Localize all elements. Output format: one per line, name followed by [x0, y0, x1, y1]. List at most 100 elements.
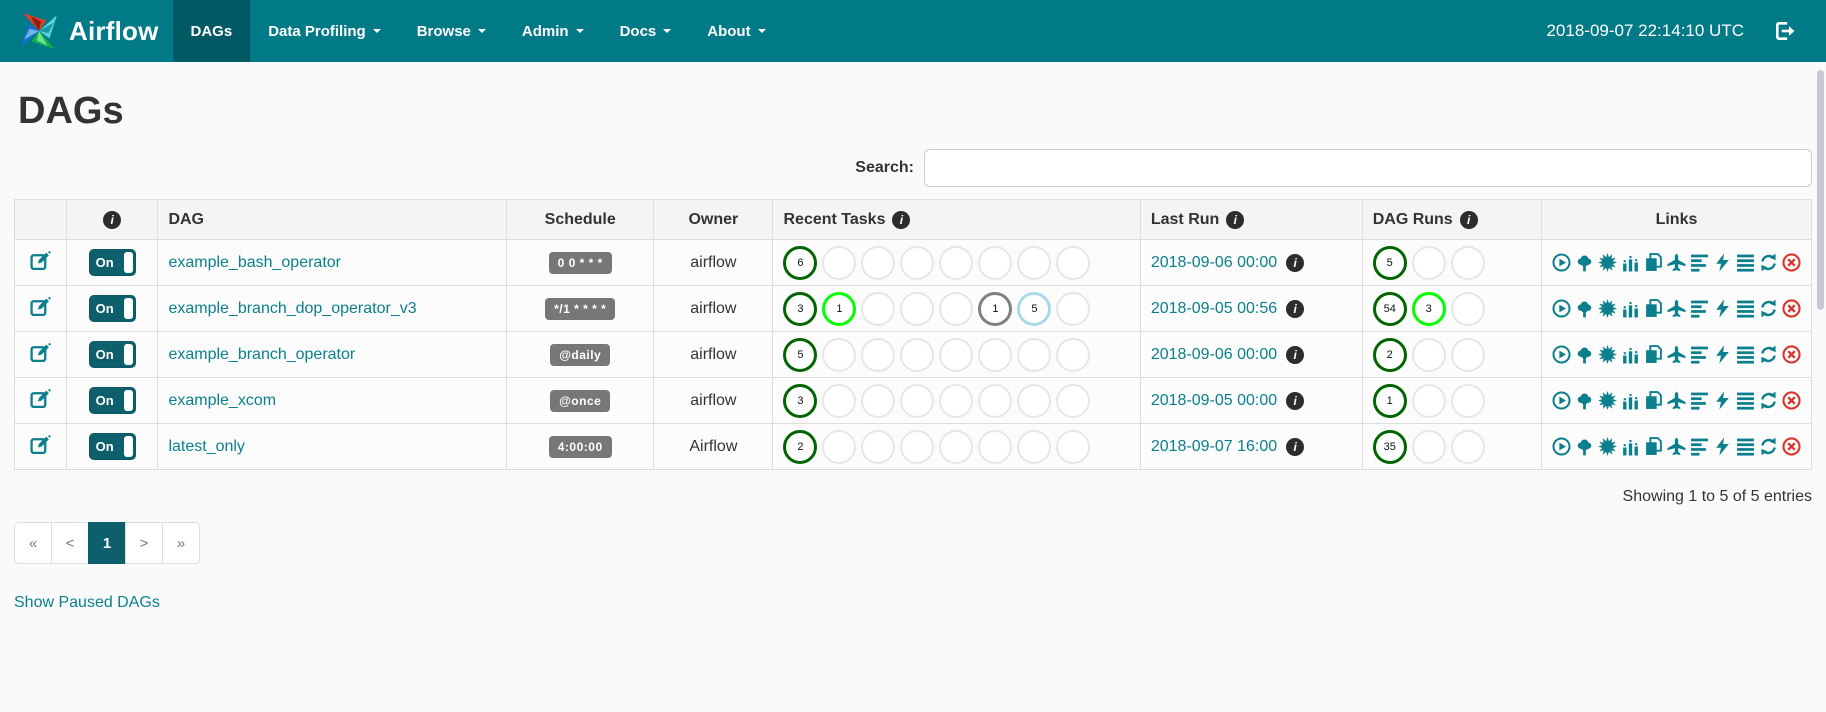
col-header-edit[interactable] — [14, 199, 67, 240]
col-header-owner[interactable]: Owner — [653, 199, 774, 240]
state-circle-empty[interactable] — [939, 429, 974, 464]
gantt-view-icon[interactable] — [1690, 391, 1709, 410]
dag-details-icon[interactable] — [1736, 253, 1755, 272]
task-duration-icon[interactable] — [1621, 253, 1640, 272]
edit-dag-icon[interactable] — [30, 250, 51, 271]
state-circle-empty[interactable] — [861, 337, 896, 372]
state-circle-empty[interactable] — [1450, 429, 1485, 464]
logout-button[interactable] — [1774, 20, 1796, 42]
graph-view-icon[interactable] — [1597, 253, 1617, 272]
nav-item-data-profiling[interactable]: Data Profiling — [250, 0, 399, 62]
vertical-scrollbar[interactable] — [1817, 70, 1824, 310]
refresh-icon[interactable] — [1759, 299, 1778, 318]
state-circle-empty[interactable] — [1017, 429, 1052, 464]
state-circle-empty[interactable] — [1411, 429, 1446, 464]
delete-dag-icon[interactable] — [1782, 391, 1801, 410]
refresh-icon[interactable] — [1759, 253, 1778, 272]
gantt-view-icon[interactable] — [1690, 437, 1709, 456]
graph-view-icon[interactable] — [1597, 437, 1617, 456]
task-duration-icon[interactable] — [1621, 391, 1640, 410]
dag-on-off-toggle[interactable]: On — [88, 249, 136, 276]
search-input[interactable] — [924, 149, 1812, 187]
landing-times-icon[interactable] — [1667, 345, 1686, 364]
airflow-brand-link[interactable]: Airflow — [0, 0, 173, 62]
pagination-next[interactable]: > — [125, 522, 163, 564]
state-circle-empty[interactable] — [1056, 383, 1091, 418]
show-paused-dags-link[interactable]: Show Paused DAGs — [14, 594, 160, 611]
state-circle-success[interactable]: 1 — [1372, 383, 1407, 418]
edit-dag-icon[interactable] — [30, 434, 51, 455]
state-circle-empty[interactable] — [900, 429, 935, 464]
dag-details-icon[interactable] — [1736, 437, 1755, 456]
nav-item-docs[interactable]: Docs — [602, 0, 690, 62]
info-icon[interactable]: i — [1286, 437, 1305, 456]
edit-dag-icon[interactable] — [30, 296, 51, 317]
landing-times-icon[interactable] — [1667, 299, 1686, 318]
col-header-links[interactable]: Links — [1540, 199, 1813, 240]
state-circle-success[interactable]: 2 — [1372, 337, 1407, 372]
state-circle-running[interactable]: 1 — [822, 291, 857, 326]
edit-dag-icon[interactable] — [30, 342, 51, 363]
info-icon[interactable]: i — [1226, 210, 1245, 229]
state-circle-empty[interactable] — [978, 383, 1013, 418]
col-header-recent-tasks[interactable]: Recent Tasks i — [772, 199, 1141, 240]
state-circle-success[interactable]: 3 — [783, 291, 818, 326]
state-circle-empty[interactable] — [939, 245, 974, 280]
gantt-view-icon[interactable] — [1690, 253, 1709, 272]
state-circle-empty[interactable] — [1450, 291, 1485, 326]
trigger-dag-icon[interactable] — [1552, 299, 1571, 318]
graph-view-icon[interactable] — [1597, 299, 1617, 318]
last-run-link[interactable]: 2018-09-07 16:00 — [1151, 438, 1277, 456]
nav-item-dags[interactable]: DAGs — [172, 0, 251, 62]
info-icon[interactable]: i — [892, 210, 911, 229]
nav-item-admin[interactable]: Admin — [504, 0, 602, 62]
landing-times-icon[interactable] — [1667, 437, 1686, 456]
nav-item-about[interactable]: About — [689, 0, 783, 62]
info-icon[interactable]: i — [1286, 253, 1305, 272]
state-circle-empty[interactable] — [822, 383, 857, 418]
state-circle-running[interactable]: 3 — [1411, 291, 1446, 326]
col-header-last-run[interactable]: Last Run i — [1139, 199, 1363, 240]
task-duration-icon[interactable] — [1621, 437, 1640, 456]
last-run-link[interactable]: 2018-09-05 00:56 — [1151, 300, 1277, 318]
gantt-view-icon[interactable] — [1690, 299, 1709, 318]
info-icon[interactable]: i — [1459, 210, 1478, 229]
dag-details-icon[interactable] — [1736, 345, 1755, 364]
pagination-first[interactable]: « — [14, 522, 52, 564]
last-run-link[interactable]: 2018-09-06 00:00 — [1151, 346, 1277, 364]
pagination-last[interactable]: » — [162, 522, 200, 564]
col-header-info[interactable]: i — [65, 199, 159, 240]
state-circle-empty[interactable] — [861, 383, 896, 418]
pagination-prev[interactable]: < — [51, 522, 89, 564]
dag-on-off-toggle[interactable]: On — [88, 295, 136, 322]
trigger-dag-icon[interactable] — [1552, 437, 1571, 456]
state-circle-success[interactable]: 5 — [783, 337, 818, 372]
delete-dag-icon[interactable] — [1782, 437, 1801, 456]
refresh-icon[interactable] — [1759, 345, 1778, 364]
state-circle-empty[interactable] — [1411, 245, 1446, 280]
dag-name-link[interactable]: latest_only — [168, 438, 245, 455]
state-circle-empty[interactable] — [978, 245, 1013, 280]
dag-on-off-toggle[interactable]: On — [88, 387, 136, 414]
task-tries-icon[interactable] — [1644, 299, 1663, 318]
state-circle-empty[interactable] — [900, 337, 935, 372]
code-view-icon[interactable] — [1713, 253, 1732, 272]
info-icon[interactable]: i — [103, 210, 122, 229]
dag-name-link[interactable]: example_xcom — [168, 392, 276, 409]
info-icon[interactable]: i — [1286, 391, 1305, 410]
state-circle-empty[interactable] — [1411, 383, 1446, 418]
state-circle-empty[interactable] — [978, 429, 1013, 464]
state-circle-empty[interactable] — [1017, 337, 1052, 372]
last-run-link[interactable]: 2018-09-05 00:00 — [1151, 392, 1277, 410]
delete-dag-icon[interactable] — [1782, 253, 1801, 272]
tree-view-icon[interactable] — [1575, 299, 1594, 318]
state-circle-queued[interactable]: 1 — [978, 291, 1013, 326]
graph-view-icon[interactable] — [1597, 391, 1617, 410]
col-header-schedule[interactable]: Schedule — [506, 199, 655, 240]
last-run-link[interactable]: 2018-09-06 00:00 — [1151, 254, 1277, 272]
col-header-dag-runs[interactable]: DAG Runs i — [1361, 199, 1542, 240]
dag-on-off-toggle[interactable]: On — [88, 433, 136, 460]
state-circle-success[interactable]: 6 — [783, 245, 818, 280]
tree-view-icon[interactable] — [1575, 391, 1594, 410]
state-circle-empty[interactable] — [939, 337, 974, 372]
